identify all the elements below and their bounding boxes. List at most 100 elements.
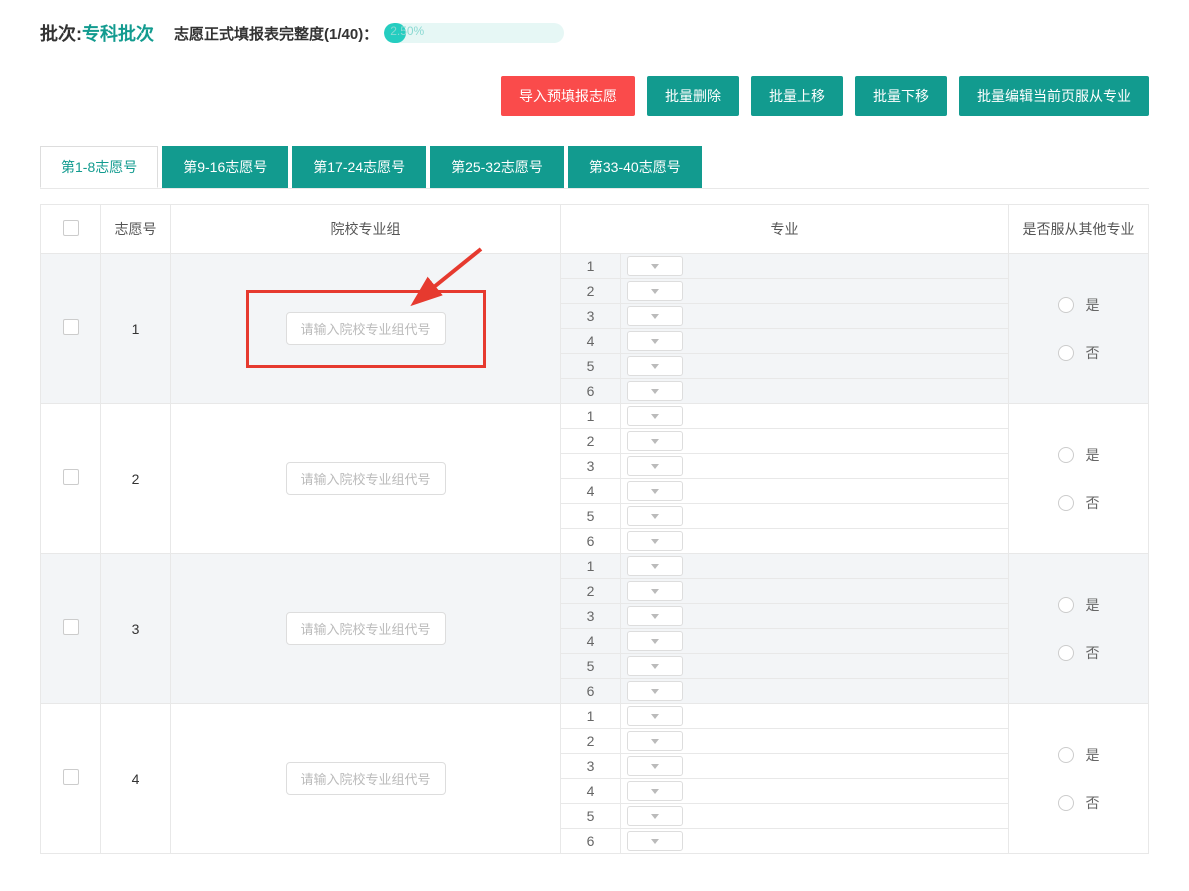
major-select[interactable] bbox=[627, 806, 683, 826]
major-select[interactable] bbox=[627, 681, 683, 701]
college-code-input[interactable]: 请输入院校专业组代号 bbox=[286, 612, 446, 645]
tab-1[interactable]: 第1-8志愿号 bbox=[40, 146, 158, 188]
row-checkbox[interactable] bbox=[63, 619, 79, 635]
chevron-down-icon bbox=[651, 314, 659, 319]
bulk-delete-button[interactable]: 批量删除 bbox=[647, 76, 739, 116]
major-select-wrap bbox=[621, 579, 1008, 603]
chevron-down-icon bbox=[651, 614, 659, 619]
major-select[interactable] bbox=[627, 631, 683, 651]
major-select[interactable] bbox=[627, 706, 683, 726]
chevron-down-icon bbox=[651, 639, 659, 644]
radio-icon bbox=[1058, 645, 1074, 661]
major-select-wrap bbox=[621, 329, 1008, 353]
major-row: 6 bbox=[561, 679, 1008, 703]
radio-icon bbox=[1058, 447, 1074, 463]
major-select[interactable] bbox=[627, 531, 683, 551]
major-select-wrap bbox=[621, 504, 1008, 528]
major-select[interactable] bbox=[627, 256, 683, 276]
progress-info: 志愿正式填报表完整度(1/40)： 2.50% bbox=[174, 23, 564, 44]
major-select[interactable] bbox=[627, 656, 683, 676]
major-row: 4 bbox=[561, 479, 1008, 504]
major-select[interactable] bbox=[627, 581, 683, 601]
bulk-edit-button[interactable]: 批量编辑当前页服从专业 bbox=[959, 76, 1149, 116]
majors-cell: 123456 bbox=[561, 554, 1009, 704]
row-checkbox[interactable] bbox=[63, 469, 79, 485]
obey-yes-option[interactable]: 是 bbox=[1058, 595, 1100, 615]
import-button[interactable]: 导入预填报志愿 bbox=[501, 76, 635, 116]
tab-5[interactable]: 第33-40志愿号 bbox=[568, 146, 702, 188]
major-index: 3 bbox=[561, 754, 621, 778]
major-index: 3 bbox=[561, 604, 621, 628]
major-select[interactable] bbox=[627, 506, 683, 526]
major-select[interactable] bbox=[627, 331, 683, 351]
header-row: 批次: 专科批次 志愿正式填报表完整度(1/40)： 2.50% bbox=[40, 20, 1149, 46]
chevron-down-icon bbox=[651, 764, 659, 769]
row-num: 1 bbox=[101, 254, 171, 404]
obey-no-option[interactable]: 否 bbox=[1058, 643, 1100, 663]
major-select[interactable] bbox=[627, 456, 683, 476]
obey-cell: 是否 bbox=[1009, 554, 1149, 704]
college-code-input[interactable]: 请输入院校专业组代号 bbox=[286, 312, 446, 345]
major-index: 2 bbox=[561, 429, 621, 453]
bulk-down-button[interactable]: 批量下移 bbox=[855, 76, 947, 116]
select-all-checkbox[interactable] bbox=[63, 220, 79, 236]
major-select[interactable] bbox=[627, 481, 683, 501]
chevron-down-icon bbox=[651, 814, 659, 819]
obey-yes-option[interactable]: 是 bbox=[1058, 745, 1100, 765]
major-select[interactable] bbox=[627, 431, 683, 451]
volunteer-table: 志愿号 院校专业组 专业 是否服从其他专业 1请输入院校专业组代号123456是… bbox=[40, 204, 1149, 854]
major-select[interactable] bbox=[627, 281, 683, 301]
table-row: 1请输入院校专业组代号123456是否 bbox=[41, 254, 1149, 404]
major-select[interactable] bbox=[627, 781, 683, 801]
major-select-wrap bbox=[621, 604, 1008, 628]
obey-yes-option[interactable]: 是 bbox=[1058, 445, 1100, 465]
obey-no-option[interactable]: 否 bbox=[1058, 343, 1100, 363]
major-index: 6 bbox=[561, 679, 621, 703]
major-row: 5 bbox=[561, 504, 1008, 529]
obey-no-option[interactable]: 否 bbox=[1058, 493, 1100, 513]
major-index: 4 bbox=[561, 779, 621, 803]
tab-3[interactable]: 第17-24志愿号 bbox=[292, 146, 426, 188]
table-row: 2请输入院校专业组代号123456是否 bbox=[41, 404, 1149, 554]
major-index: 2 bbox=[561, 279, 621, 303]
major-select[interactable] bbox=[627, 556, 683, 576]
obey-yes-option[interactable]: 是 bbox=[1058, 295, 1100, 315]
major-select[interactable] bbox=[627, 381, 683, 401]
row-num: 2 bbox=[101, 404, 171, 554]
major-select[interactable] bbox=[627, 406, 683, 426]
major-index: 6 bbox=[561, 379, 621, 403]
batch-value: 专科批次 bbox=[82, 20, 154, 46]
major-index: 5 bbox=[561, 654, 621, 678]
major-row: 4 bbox=[561, 329, 1008, 354]
row-checkbox[interactable] bbox=[63, 769, 79, 785]
college-cell: 请输入院校专业组代号 bbox=[171, 404, 561, 554]
chevron-down-icon bbox=[651, 539, 659, 544]
tab-2[interactable]: 第9-16志愿号 bbox=[162, 146, 288, 188]
college-code-input[interactable]: 请输入院校专业组代号 bbox=[286, 762, 446, 795]
college-cell: 请输入院校专业组代号 bbox=[171, 254, 561, 404]
major-index: 5 bbox=[561, 504, 621, 528]
toolbar: 导入预填报志愿 批量删除 批量上移 批量下移 批量编辑当前页服从专业 bbox=[40, 76, 1149, 116]
college-code-input[interactable]: 请输入院校专业组代号 bbox=[286, 462, 446, 495]
page-container: 批次: 专科批次 志愿正式填报表完整度(1/40)： 2.50% 导入预填报志愿… bbox=[0, 0, 1189, 874]
obey-yes-label: 是 bbox=[1086, 445, 1100, 465]
majors-cell: 123456 bbox=[561, 704, 1009, 854]
obey-no-option[interactable]: 否 bbox=[1058, 793, 1100, 813]
row-check-cell bbox=[41, 704, 101, 854]
row-checkbox[interactable] bbox=[63, 319, 79, 335]
major-select[interactable] bbox=[627, 356, 683, 376]
major-row: 5 bbox=[561, 354, 1008, 379]
major-select[interactable] bbox=[627, 606, 683, 626]
major-select-wrap bbox=[621, 479, 1008, 503]
th-obey: 是否服从其他专业 bbox=[1009, 205, 1149, 254]
tab-4[interactable]: 第25-32志愿号 bbox=[430, 146, 564, 188]
chevron-down-icon bbox=[651, 714, 659, 719]
bulk-up-button[interactable]: 批量上移 bbox=[751, 76, 843, 116]
major-select[interactable] bbox=[627, 731, 683, 751]
major-select[interactable] bbox=[627, 306, 683, 326]
major-select[interactable] bbox=[627, 831, 683, 851]
progress-text: 2.50% bbox=[390, 24, 424, 38]
major-index: 6 bbox=[561, 529, 621, 553]
radio-icon bbox=[1058, 345, 1074, 361]
major-select[interactable] bbox=[627, 756, 683, 776]
